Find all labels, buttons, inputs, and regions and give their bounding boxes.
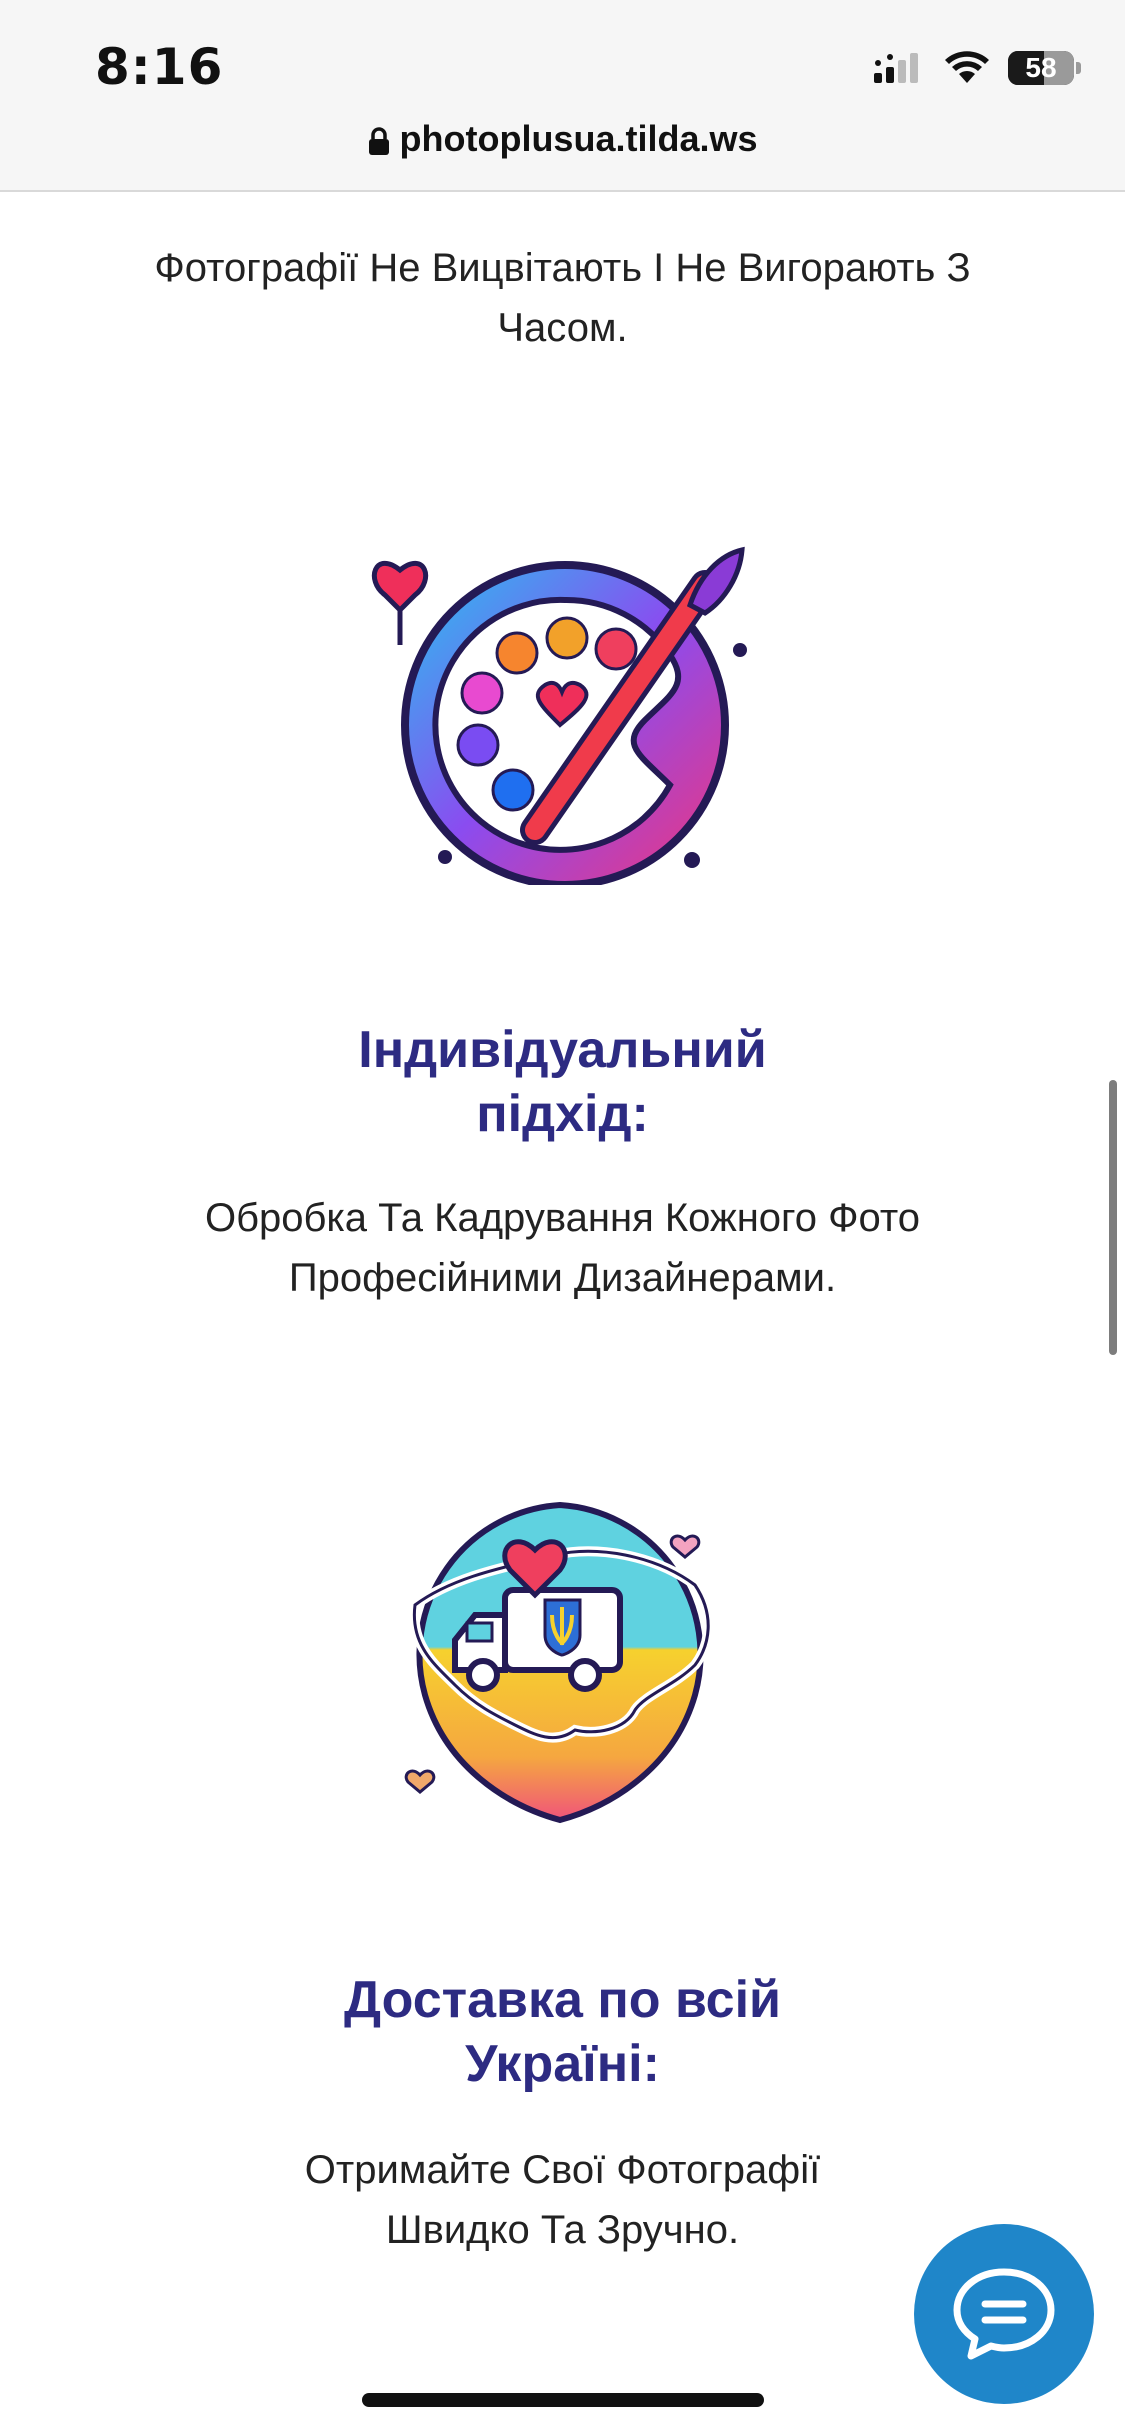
battery-icon: 58 bbox=[1008, 51, 1074, 85]
section-2-text: Обробка Та Кадрування Кожного Фото Профе… bbox=[205, 1196, 920, 1300]
battery-level: 58 bbox=[1025, 52, 1057, 83]
home-indicator[interactable] bbox=[362, 2393, 764, 2407]
section-2-title: Індивідуальний підхід: bbox=[358, 1021, 767, 1143]
cellular-signal-icon bbox=[874, 53, 918, 83]
status-icons: 58 bbox=[874, 48, 1081, 88]
lock-icon bbox=[368, 127, 389, 156]
palette-icon bbox=[371, 546, 747, 885]
ukraine-delivery-icon bbox=[404, 1501, 714, 1824]
section-3-title: Доставка по всій Україні: bbox=[343, 1971, 782, 2093]
browser-header: 8:16 58 photoplusua.tilda.ws bbox=[0, 0, 1125, 192]
chat-bubble-icon bbox=[953, 2268, 1055, 2360]
address-bar[interactable]: photoplusua.tilda.ws bbox=[0, 118, 1125, 160]
chat-button[interactable] bbox=[914, 2224, 1094, 2404]
url-text: photoplusua.tilda.ws bbox=[399, 118, 758, 159]
status-time: 8:16 bbox=[95, 38, 224, 96]
scrollbar[interactable] bbox=[1109, 1080, 1117, 1355]
battery-tip bbox=[1076, 62, 1081, 74]
section-1-text: Фотографії Не Вицвітають І Не Вигорають … bbox=[154, 246, 971, 350]
wifi-icon bbox=[945, 51, 989, 83]
